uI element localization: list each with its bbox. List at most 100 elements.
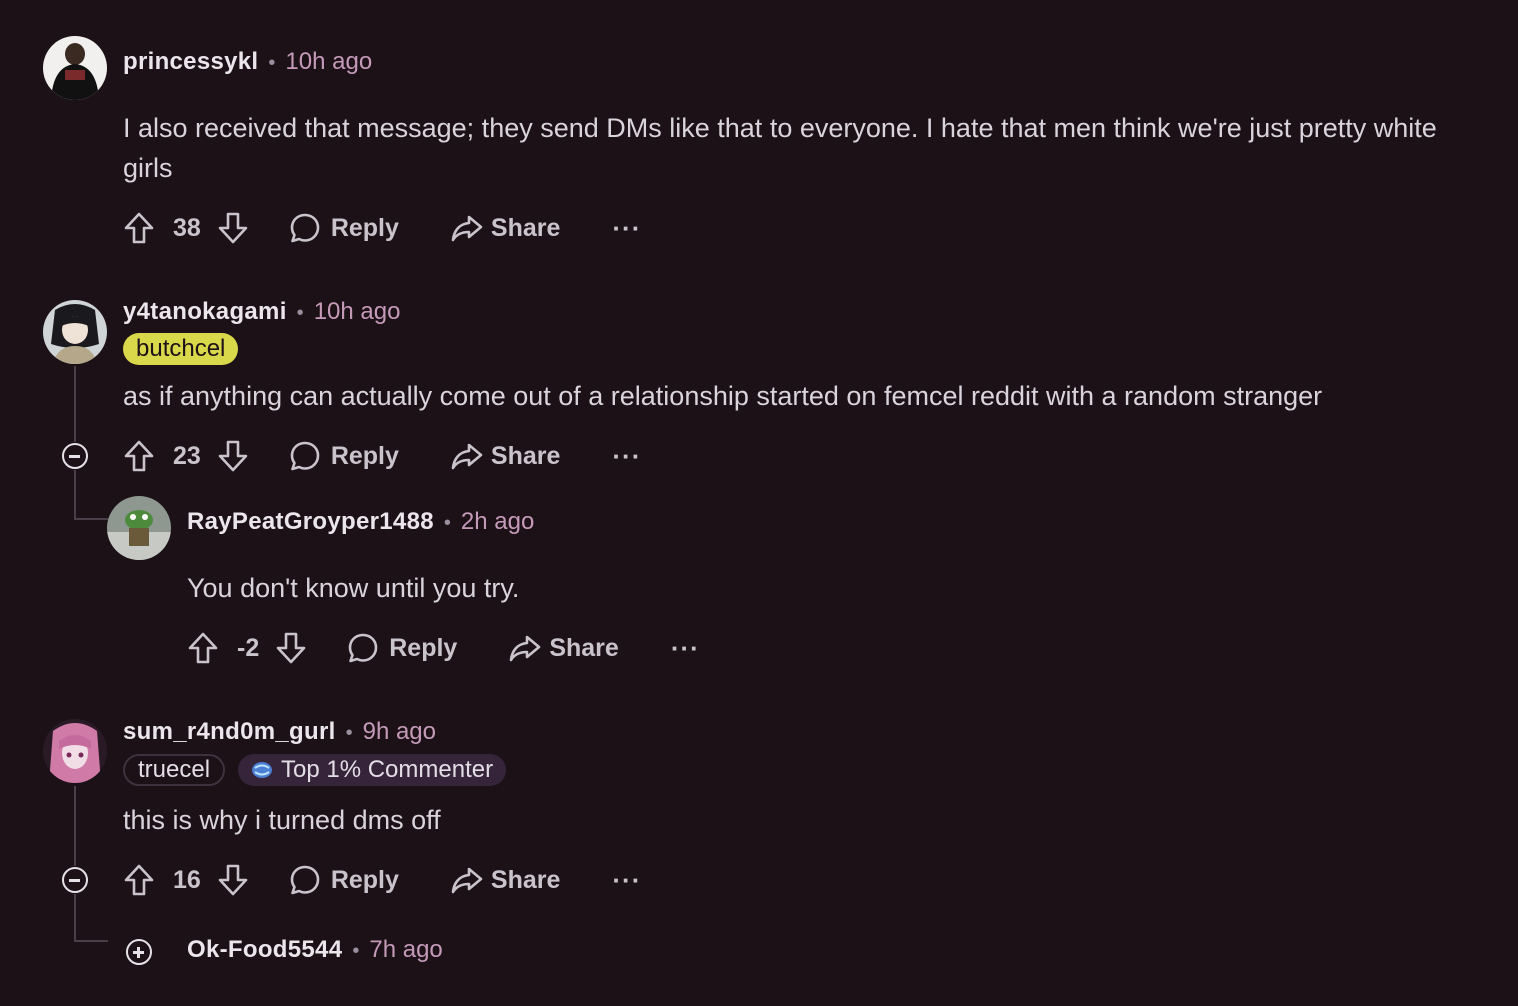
thread-line xyxy=(74,518,108,520)
more-options-button[interactable]: ··· xyxy=(671,633,700,664)
avatar[interactable] xyxy=(107,496,171,560)
share-arrow-icon xyxy=(451,443,483,470)
more-options-button[interactable]: ··· xyxy=(612,213,641,244)
share-button[interactable]: Share xyxy=(451,213,560,243)
comment-body: I also received that message; they send … xyxy=(123,113,1437,183)
share-label: Share xyxy=(490,441,561,470)
separator-dot: • xyxy=(296,302,304,324)
upvote-button[interactable] xyxy=(123,863,155,897)
downvote-button[interactable] xyxy=(275,631,307,665)
share-label: Share xyxy=(549,633,619,662)
achievement-icon xyxy=(252,762,272,778)
collapse-thread-button[interactable] xyxy=(62,867,88,893)
separator-dot: • xyxy=(352,940,360,962)
achievement-badge: Top 1% Commenter xyxy=(238,754,507,786)
vote-score: -2 xyxy=(237,633,260,662)
collapse-minus-icon xyxy=(69,455,80,458)
reply-label: Reply xyxy=(330,441,399,470)
reply-button[interactable]: Reply xyxy=(289,212,399,244)
expand-plus-icon-vertical xyxy=(137,946,140,958)
avatar-image xyxy=(43,300,107,364)
thread-line xyxy=(74,366,76,442)
reply-bubble-icon xyxy=(290,213,320,243)
vote-score: 38 xyxy=(173,213,201,242)
reply-label: Reply xyxy=(389,633,458,662)
upvote-icon xyxy=(124,864,154,896)
upvote-icon xyxy=(124,212,154,244)
downvote-icon xyxy=(218,864,248,896)
comment-header: Ok-Food5544 • 7h ago xyxy=(187,936,443,964)
comment-body: as if anything can actually come out of … xyxy=(123,381,1323,411)
upvote-icon xyxy=(188,632,218,664)
reply-bubble-icon xyxy=(348,633,378,663)
thread-line xyxy=(74,470,76,520)
timestamp[interactable]: 7h ago xyxy=(369,936,442,964)
comment-actions: 23 Reply Share ··· xyxy=(123,436,641,476)
avatar[interactable] xyxy=(43,719,107,783)
more-options-button[interactable]: ··· xyxy=(612,865,641,896)
comment-actions: 38 Reply Share ··· xyxy=(123,208,641,248)
comment-actions: -2 Reply Share ··· xyxy=(187,628,700,668)
username[interactable]: Ok-Food5544 xyxy=(187,936,342,964)
achievement-label: Top 1% Commenter xyxy=(281,756,494,783)
comment-header: RayPeatGroyper1488 • 2h ago xyxy=(187,508,534,536)
timestamp[interactable]: 9h ago xyxy=(363,718,436,746)
reply-button[interactable]: Reply xyxy=(289,864,399,896)
comment-body: You don't know until you try. xyxy=(187,573,520,603)
upvote-button[interactable] xyxy=(123,439,155,473)
user-flair: butchcel xyxy=(123,333,239,365)
username[interactable]: sum_r4nd0m_gurl xyxy=(123,718,336,746)
upvote-button[interactable] xyxy=(187,631,219,665)
separator-dot: • xyxy=(443,512,451,534)
expand-thread-button[interactable] xyxy=(126,939,152,965)
thread-line xyxy=(74,894,76,942)
timestamp[interactable]: 2h ago xyxy=(461,508,534,536)
thread-line xyxy=(74,786,76,866)
reply-bubble-icon xyxy=(290,865,320,895)
upvote-button[interactable] xyxy=(123,211,155,245)
username[interactable]: y4tanokagami xyxy=(123,298,287,326)
reply-bubble-icon xyxy=(290,441,320,471)
reply-label: Reply xyxy=(330,213,399,242)
share-label: Share xyxy=(490,865,561,894)
reply-label: Reply xyxy=(330,865,399,894)
timestamp[interactable]: 10h ago xyxy=(285,48,372,76)
avatar-image xyxy=(43,719,107,783)
collapse-thread-button[interactable] xyxy=(62,443,88,469)
separator-dot: • xyxy=(268,52,276,74)
downvote-icon xyxy=(218,212,248,244)
share-button[interactable]: Share xyxy=(451,441,560,471)
reply-button[interactable]: Reply xyxy=(347,632,457,664)
separator-dot: • xyxy=(345,722,353,744)
avatar[interactable] xyxy=(43,36,107,100)
share-label: Share xyxy=(490,213,561,242)
share-arrow-icon xyxy=(510,635,541,662)
downvote-button[interactable] xyxy=(217,211,249,245)
avatar-image xyxy=(107,496,171,560)
share-button[interactable]: Share xyxy=(509,633,619,663)
avatar-image xyxy=(43,36,107,100)
more-options-button[interactable]: ··· xyxy=(612,441,641,472)
share-button[interactable]: Share xyxy=(451,865,560,895)
timestamp[interactable]: 10h ago xyxy=(314,298,401,326)
thread-line xyxy=(74,940,108,942)
comment-body: this is why i turned dms off xyxy=(123,805,441,835)
username[interactable]: RayPeatGroyper1488 xyxy=(187,508,434,536)
downvote-icon xyxy=(218,440,248,472)
share-arrow-icon xyxy=(451,867,483,894)
comment-actions: 16 Reply Share ··· xyxy=(123,860,641,900)
reply-button[interactable]: Reply xyxy=(289,440,399,472)
vote-score: 16 xyxy=(173,865,201,894)
downvote-button[interactable] xyxy=(217,439,249,473)
upvote-icon xyxy=(124,440,154,472)
user-flair: truecel xyxy=(123,754,226,786)
comment-header: princessykl • 10h ago xyxy=(123,48,372,76)
share-arrow-icon xyxy=(451,215,483,242)
comment-header: sum_r4nd0m_gurl • 9h ago xyxy=(123,718,436,746)
collapse-minus-icon xyxy=(69,879,80,882)
downvote-button[interactable] xyxy=(217,863,249,897)
username[interactable]: princessykl xyxy=(123,48,258,76)
avatar[interactable] xyxy=(43,300,107,364)
vote-score: 23 xyxy=(173,441,201,470)
comment-header: y4tanokagami • 10h ago xyxy=(123,298,400,326)
